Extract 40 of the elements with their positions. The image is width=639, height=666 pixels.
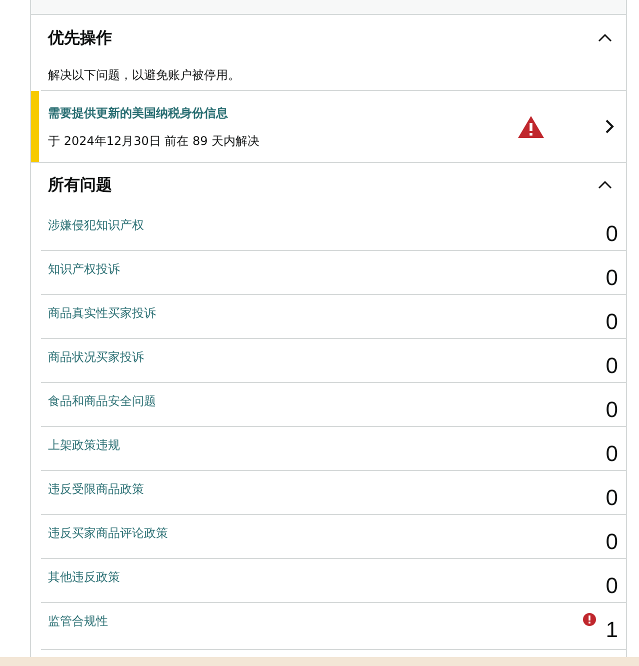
issue-label: 涉嫌侵犯知识产权 bbox=[48, 217, 144, 234]
issue-row[interactable]: 上架政策违规 0 bbox=[41, 427, 626, 471]
issue-count: 0 bbox=[606, 265, 618, 291]
chevron-up-icon[interactable] bbox=[598, 34, 612, 42]
priority-item[interactable]: 需要提供更新的美国纳税身份信息 于 2024年12月30日 前在 89 天内解决 bbox=[31, 91, 626, 163]
issue-row[interactable]: 监管合规性 1 bbox=[41, 603, 626, 650]
issue-label: 其他违反政策 bbox=[48, 569, 120, 586]
issue-count: 0 bbox=[606, 441, 618, 467]
issue-count: 0 bbox=[606, 529, 618, 555]
issue-count: 1 bbox=[606, 617, 618, 643]
section-title: 优先操作 bbox=[48, 26, 112, 48]
issue-row[interactable]: 食品和商品安全问题 0 bbox=[41, 383, 626, 427]
issue-row[interactable]: 商品状况买家投诉 0 bbox=[41, 339, 626, 383]
issue-count: 0 bbox=[606, 397, 618, 423]
issue-row[interactable]: 商品真实性买家投诉 0 bbox=[41, 295, 626, 339]
chevron-right-icon[interactable] bbox=[605, 119, 614, 134]
priority-accent-bar bbox=[31, 91, 39, 162]
issue-label: 上架政策违规 bbox=[48, 437, 120, 454]
issue-count: 0 bbox=[606, 309, 618, 335]
issue-count: 0 bbox=[606, 221, 618, 247]
section-subtitle: 解决以下问题，以避免账户被停用。 bbox=[48, 67, 240, 84]
issue-row[interactable]: 知识产权投诉 0 bbox=[41, 251, 626, 295]
issue-row[interactable]: 违反买家商品评论政策 0 bbox=[41, 515, 626, 559]
section-title: 所有问题 bbox=[48, 174, 112, 196]
issue-label: 商品状况买家投诉 bbox=[48, 349, 144, 366]
issue-label: 知识产权投诉 bbox=[48, 261, 120, 278]
issue-label: 违反受限商品政策 bbox=[48, 481, 144, 498]
priority-item-title: 需要提供更新的美国纳税身份信息 bbox=[48, 104, 229, 122]
issue-row[interactable]: 涉嫌侵犯知识产权 0 bbox=[41, 207, 626, 251]
issue-row[interactable]: 其他违反政策 0 bbox=[41, 559, 626, 603]
issue-label: 监管合规性 bbox=[48, 613, 108, 630]
chevron-up-icon[interactable] bbox=[598, 181, 612, 189]
priority-item-detail: 于 2024年12月30日 前在 89 天内解决 bbox=[48, 132, 261, 150]
issue-label: 食品和商品安全问题 bbox=[48, 393, 156, 410]
issue-label: 违反买家商品评论政策 bbox=[48, 525, 168, 542]
issue-label: 商品真实性买家投诉 bbox=[48, 305, 156, 322]
issue-row[interactable]: 违反受限商品政策 0 bbox=[41, 471, 626, 515]
issue-count: 0 bbox=[606, 485, 618, 511]
issue-count: 0 bbox=[606, 353, 618, 379]
issue-count: 0 bbox=[606, 573, 618, 599]
